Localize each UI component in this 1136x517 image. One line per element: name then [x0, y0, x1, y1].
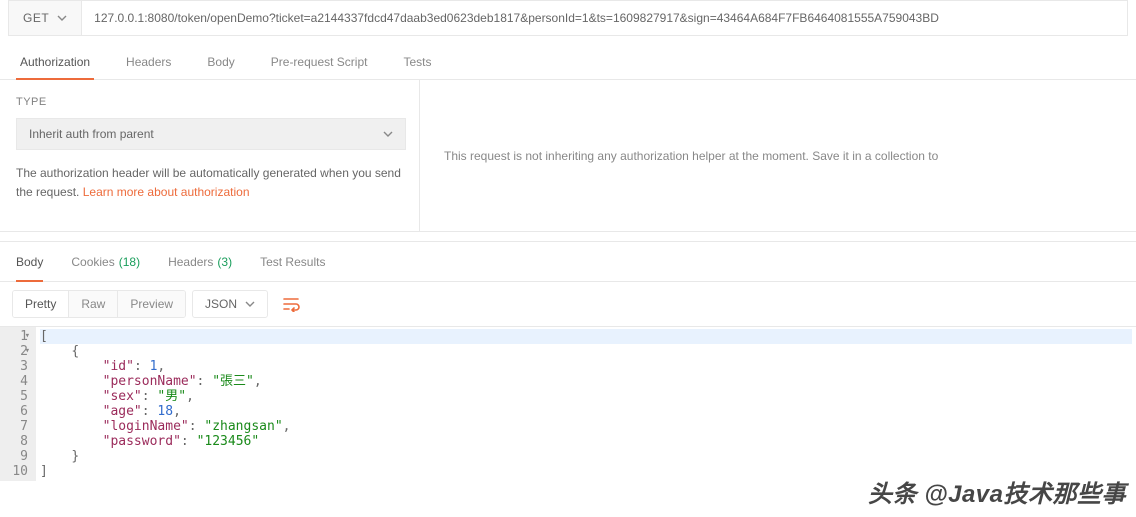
tab-body[interactable]: Body	[203, 44, 238, 79]
code-line: "loginName": "zhangsan",	[40, 419, 1132, 434]
http-method-dropdown[interactable]: GET	[8, 0, 82, 36]
resp-tab-headers[interactable]: Headers (3)	[168, 242, 232, 281]
divider	[0, 232, 1136, 242]
auth-help-text: The authorization header will be automat…	[16, 164, 403, 202]
format-label: JSON	[205, 297, 237, 311]
line-number: 9	[4, 449, 28, 464]
response-body-viewer: 1 2 3 4 5 6 7 8 9 10 [ { "id": 1, "perso…	[0, 326, 1136, 481]
tab-authorization[interactable]: Authorization	[16, 44, 94, 79]
chevron-down-icon	[57, 13, 67, 23]
code-line: "id": 1,	[40, 359, 1132, 374]
chevron-down-icon	[383, 129, 393, 139]
format-dropdown[interactable]: JSON	[192, 290, 268, 318]
code-line: {	[40, 344, 1132, 359]
line-number[interactable]: 2	[4, 344, 28, 359]
code-line: "personName": "張三",	[40, 374, 1132, 389]
response-tabs: Body Cookies (18) Headers (3) Test Resul…	[0, 242, 1136, 282]
code-line: "sex": "男",	[40, 389, 1132, 404]
code-line: "password": "123456"	[40, 434, 1132, 449]
resp-tab-body[interactable]: Body	[16, 242, 43, 281]
raw-button[interactable]: Raw	[69, 291, 118, 317]
chevron-down-icon	[245, 299, 255, 309]
resp-tab-cookies[interactable]: Cookies (18)	[71, 242, 140, 281]
tab-tests[interactable]: Tests	[399, 44, 435, 79]
url-input[interactable]	[82, 0, 1128, 36]
cookies-count-badge: (18)	[119, 255, 140, 269]
auth-learn-more-link[interactable]: Learn more about authorization	[83, 185, 250, 199]
line-number: 3	[4, 359, 28, 374]
auth-type-label: TYPE	[16, 96, 403, 108]
code-content[interactable]: [ { "id": 1, "personName": "張三", "sex": …	[36, 327, 1136, 481]
request-tabs: Authorization Headers Body Pre-request S…	[0, 44, 1136, 80]
body-toolbar: Pretty Raw Preview JSON	[0, 282, 1136, 326]
code-line: "age": 18,	[40, 404, 1132, 419]
code-line: }	[40, 449, 1132, 464]
line-number: 4	[4, 374, 28, 389]
tab-headers[interactable]: Headers	[122, 44, 175, 79]
auth-type-dropdown[interactable]: Inherit auth from parent	[16, 118, 406, 150]
auth-type-value: Inherit auth from parent	[29, 127, 154, 141]
line-number: 7	[4, 419, 28, 434]
line-number[interactable]: 1	[4, 329, 28, 344]
code-line: [	[40, 329, 1132, 344]
auth-inherit-message: This request is not inheriting any autho…	[420, 80, 1136, 231]
pretty-button[interactable]: Pretty	[13, 291, 69, 317]
line-gutter: 1 2 3 4 5 6 7 8 9 10	[0, 327, 36, 481]
headers-count-badge: (3)	[217, 255, 232, 269]
auth-config-panel: TYPE Inherit auth from parent The author…	[0, 80, 420, 231]
line-number: 6	[4, 404, 28, 419]
http-method-label: GET	[23, 11, 49, 25]
line-number: 10	[4, 464, 28, 479]
view-mode-group: Pretty Raw Preview	[12, 290, 186, 318]
wrap-lines-button[interactable]	[274, 292, 310, 316]
preview-button[interactable]: Preview	[118, 291, 185, 317]
line-number: 5	[4, 389, 28, 404]
resp-tab-test-results[interactable]: Test Results	[260, 242, 325, 281]
tab-prerequest[interactable]: Pre-request Script	[267, 44, 372, 79]
watermark-text: 头条 @Java技术那些事	[868, 474, 1126, 509]
line-number: 8	[4, 434, 28, 449]
